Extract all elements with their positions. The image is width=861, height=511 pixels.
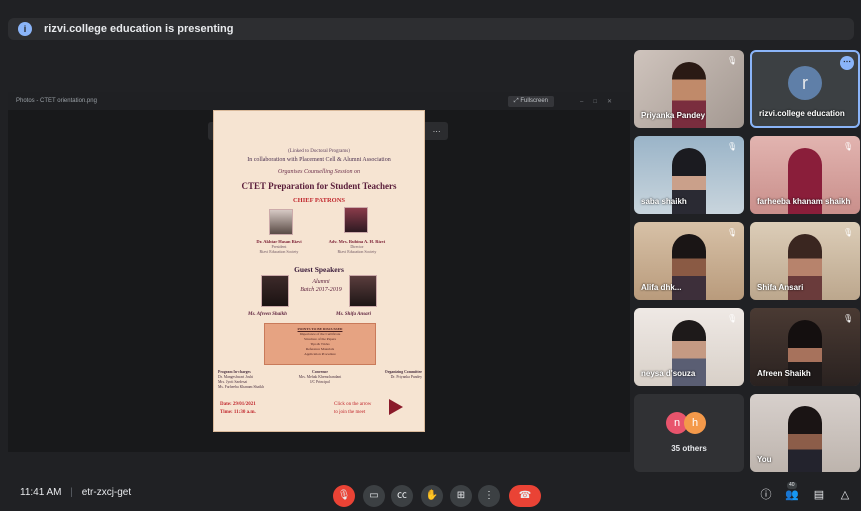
more-icon[interactable]: ⋯ xyxy=(433,127,441,136)
participant-tile-rizvi[interactable]: r ⋯ rizvi.college education xyxy=(750,50,860,128)
mic-off-icon: 🎙 xyxy=(727,228,738,237)
chat-icon[interactable]: ▤ xyxy=(810,485,828,505)
mic-off-icon: 🎙 xyxy=(727,314,738,323)
guest1-photo xyxy=(261,275,289,307)
present-icon[interactable]: ⊞ xyxy=(450,485,472,507)
participant-tile-neysa[interactable]: 🎙 neysa d'souza xyxy=(634,308,744,386)
guest1-name: Ms. Afreen Shaikh xyxy=(248,312,287,317)
ctet-poster: (Linked to Doctoral Programs) In collabo… xyxy=(213,110,425,432)
more-options-icon[interactable]: ⋯ xyxy=(840,56,854,70)
window-controls[interactable]: –□✕ xyxy=(580,98,622,105)
people-count-badge: 40 xyxy=(787,482,797,489)
meeting-info: 11:41 AM | etr-zxcj-get xyxy=(20,487,131,498)
patron1-caption: Dr. Akhtar Hasan Rizvi President Rizvi E… xyxy=(256,239,302,254)
presenting-banner: i rizvi.college education is presenting xyxy=(8,18,854,40)
activities-icon[interactable]: △ xyxy=(836,485,854,505)
poster-collab: In collaboration with Placement Cell & A… xyxy=(247,157,391,163)
mic-off-icon: 🎙 xyxy=(727,142,738,151)
participant-name: Shifa Ansari xyxy=(757,283,804,292)
mic-off-icon[interactable]: 🎙 xyxy=(333,485,355,507)
avatar: r xyxy=(788,66,822,100)
points-box: POINTS TO BE DISCUSSED Importance of the… xyxy=(264,323,376,365)
meeting-code: etr-zxcj-get xyxy=(81,487,132,498)
participant-name: saba shaikh xyxy=(641,197,687,206)
person-silhouette xyxy=(788,406,822,472)
participant-name: farheeba khanam shaikh xyxy=(757,197,851,206)
clock-time: 11:41 AM xyxy=(20,487,62,498)
poster-footer-columns: Program In-charges Dr. Mangeshwari Joshi… xyxy=(218,370,422,390)
poster-chief-patrons: CHIEF PATRONS xyxy=(292,197,346,204)
info-icon[interactable]: ⓘ xyxy=(757,485,775,505)
participant-tile-others[interactable]: n h 35 others xyxy=(634,394,744,472)
patron2-photo xyxy=(344,207,368,233)
avatar: h xyxy=(684,412,706,434)
guest2-photo xyxy=(349,275,377,307)
participant-tile-afreen[interactable]: 🎙 Afreen Shaikh xyxy=(750,308,860,386)
poster-alumni: Alumni Batch 2017-2019 xyxy=(300,279,342,293)
participant-tile-saba[interactable]: 🎙 saba shaikh xyxy=(634,136,744,214)
photos-titlebar: Photos - CTET orientation.png ⤢ Fullscre… xyxy=(8,92,630,110)
more-icon[interactable]: ⋮ xyxy=(478,485,500,507)
fullscreen-button[interactable]: ⤢ Fullscreen xyxy=(507,95,554,107)
participant-name: Afreen Shaikh xyxy=(757,369,811,378)
participant-name: Alifa dhk... xyxy=(641,283,682,292)
separator: | xyxy=(70,487,73,498)
info-icon: i xyxy=(18,22,32,36)
mic-off-icon: 🎙 xyxy=(843,142,854,151)
join-arrow-icon xyxy=(389,399,403,415)
participant-name: Priyanka Pandey xyxy=(641,111,706,120)
end-call-icon[interactable]: ☎ xyxy=(509,485,541,507)
poster-top-text: (Linked to Doctoral Programs) xyxy=(288,149,350,154)
poster-guest-heading: Guest Speakers xyxy=(294,265,344,274)
bottom-bar: 11:41 AM | etr-zxcj-get 🎙 ▭ ㏄ ✋ ⊞ ⋮ ☎ ⓘ … xyxy=(0,478,861,511)
participant-name: You xyxy=(757,455,772,464)
people-icon[interactable]: 40 👥 xyxy=(783,482,801,505)
participant-tile-alifa[interactable]: 🎙 Alifa dhk... xyxy=(634,222,744,300)
participant-tile-shifa[interactable]: 🎙 Shifa Ansari xyxy=(750,222,860,300)
poster-organises: Organises Counselling Session on xyxy=(278,169,360,175)
poster-click-text: Click on the arrow to join the meet xyxy=(334,402,372,415)
footer-col: Program In-charges Dr. Mangeshwari Joshi… xyxy=(218,370,264,389)
footer-col: Organizing Committee Dr. Priyanka Pandey xyxy=(384,370,422,379)
camera-icon[interactable]: ▭ xyxy=(363,485,385,507)
meet-window: i rizvi.college education is presenting … xyxy=(0,0,861,511)
mic-off-icon: 🎙 xyxy=(843,314,854,323)
poster-title: CTET Preparation for Student Teachers xyxy=(241,181,397,191)
guest2-name: Ms. Shifa Ansari xyxy=(336,312,371,317)
raise-hand-icon[interactable]: ✋ xyxy=(421,485,443,507)
mic-off-icon: 🎙 xyxy=(843,228,854,237)
patron2-caption: Adv. Mrs. Rubina A. H. Rizvi Director Ri… xyxy=(328,239,386,254)
patron1-photo xyxy=(269,209,293,235)
participant-name: neysa d'souza xyxy=(641,369,696,378)
mic-off-icon: 🎙 xyxy=(727,56,738,65)
participant-name: rizvi.college education xyxy=(759,109,845,118)
participant-tile-priyanka[interactable]: 🎙 Priyanka Pandey xyxy=(634,50,744,128)
captions-icon[interactable]: ㏄ xyxy=(391,485,413,507)
participant-tile-you[interactable]: You xyxy=(750,394,860,472)
poster-date: Date: 29/01/2021 Time: 11:30 a.m. xyxy=(220,402,256,415)
others-count: 35 others xyxy=(671,444,707,453)
participant-tile-farheeba[interactable]: 🎙 farheeba khanam shaikh xyxy=(750,136,860,214)
presenting-text: rizvi.college education is presenting xyxy=(44,23,234,35)
window-title: Photos - CTET orientation.png xyxy=(16,98,97,104)
footer-col: Convenor Mrs. Mehak Khemchandani I/C Pri… xyxy=(298,370,342,384)
